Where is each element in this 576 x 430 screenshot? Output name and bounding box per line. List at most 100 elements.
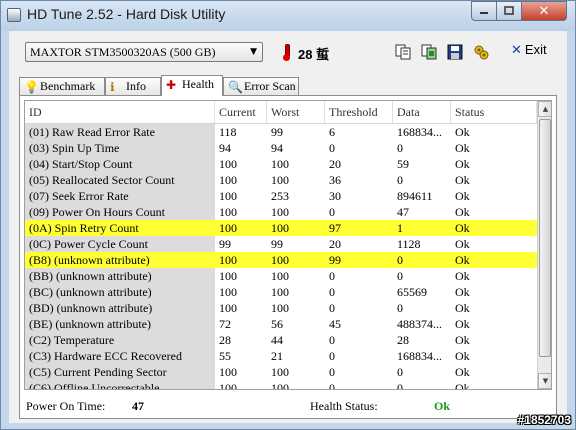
title-bar[interactable]: HD Tune 2.52 - Hard Disk Utility ✕ (1, 1, 575, 31)
table-row[interactable]: (C6) Offline Uncorrectable 100 100 0 0 Ok (25, 380, 537, 390)
worst-cell: 100 (271, 365, 289, 379)
exit-button[interactable]: ✕ Exit (511, 42, 547, 58)
threshold-cell: 97 (325, 220, 393, 236)
tab-info[interactable]: ℹ Info (105, 77, 161, 95)
copy-text-icon[interactable] (395, 44, 411, 60)
tab-error-scan[interactable]: 🔍 Error Scan (223, 77, 299, 95)
scroll-thumb[interactable] (539, 119, 551, 357)
attribute-id-cell: (05) Reallocated Sector Count (25, 172, 215, 188)
attribute-id-cell: (04) Start/Stop Count (25, 156, 215, 172)
scroll-down-icon[interactable]: ▼ (538, 373, 551, 389)
table-row[interactable]: (04) Start/Stop Count 100 100 20 59 Ok (25, 156, 537, 172)
table-row[interactable]: (0C) Power Cycle Count 99 99 20 1128 Ok (25, 236, 537, 252)
current-cell: 99 (219, 237, 231, 251)
watermark-id: #1852703 (517, 413, 571, 427)
current-cell: 100 (215, 220, 267, 236)
worst-cell: 100 (271, 173, 289, 187)
column-header-status[interactable]: Status (451, 101, 537, 123)
vertical-scrollbar[interactable]: ▲ ▼ (537, 101, 551, 389)
table-row[interactable]: (01) Raw Read Error Rate 118 99 6 168834... O… (25, 124, 537, 140)
current-cell: 100 (219, 365, 237, 379)
smart-attribute-table[interactable]: ID Current Worst Threshold Data Status (… (24, 100, 552, 390)
save-icon[interactable] (447, 44, 463, 60)
table-row[interactable]: (BC) (unknown attribute) 100 100 0 65569 Ok (25, 284, 537, 300)
tab-health[interactable]: ✚ Health (161, 75, 223, 96)
status-cell: Ok (455, 269, 470, 283)
current-cell: 100 (219, 173, 237, 187)
maximize-icon (504, 6, 514, 15)
tab-benchmark[interactable]: 💡 Benchmark (19, 77, 105, 95)
table-row[interactable]: (09) Power On Hours Count 100 100 0 47 Ok (25, 204, 537, 220)
data-cell: 28 (397, 333, 409, 347)
threshold-cell: 0 (329, 333, 335, 347)
drive-select-value: MAXTOR STM3500320AS (500 GB) (30, 45, 216, 59)
info-icon: ℹ (110, 80, 115, 94)
column-header-current[interactable]: Current (215, 101, 267, 123)
data-cell: 1128 (397, 237, 421, 251)
tab-label: Benchmark (40, 79, 96, 93)
threshold-cell: 30 (329, 189, 341, 203)
table-row[interactable]: (03) Spin Up Time 94 94 0 0 Ok (25, 140, 537, 156)
data-cell: 0 (397, 269, 403, 283)
table-row[interactable]: (0A) Spin Retry Count 100 100 97 1 Ok (25, 220, 537, 236)
table-row[interactable]: (BE) (unknown attribute) 72 56 45 488374... O… (25, 316, 537, 332)
threshold-cell: 20 (329, 157, 341, 171)
status-cell: Ok (455, 381, 470, 390)
table-row[interactable]: (C3) Hardware ECC Recovered 55 21 0 168834..… (25, 348, 537, 364)
attribute-id-cell: (C3) Hardware ECC Recovered (25, 348, 215, 364)
table-row[interactable]: (BB) (unknown attribute) 100 100 0 0 Ok (25, 268, 537, 284)
maximize-button[interactable] (496, 1, 522, 21)
close-button[interactable]: ✕ (521, 1, 567, 21)
options-icon[interactable] (473, 44, 489, 60)
attribute-id-cell: (01) Raw Read Error Rate (25, 124, 215, 140)
status-cell: Ok (455, 205, 470, 219)
status-cell: Ok (455, 317, 470, 331)
table-row[interactable]: (C5) Current Pending Sector 100 100 0 0 Ok (25, 364, 537, 380)
tab-label: Error Scan (244, 79, 296, 93)
worst-cell: 56 (271, 317, 283, 331)
worst-cell: 100 (267, 252, 325, 268)
current-cell: 72 (219, 317, 231, 331)
scroll-up-icon[interactable]: ▲ (538, 101, 551, 117)
threshold-cell: 36 (329, 173, 341, 187)
table-row[interactable]: (07) Seek Error Rate 100 253 30 894611 Ok (25, 188, 537, 204)
data-cell: 0 (397, 365, 403, 379)
current-cell: 100 (219, 205, 237, 219)
status-cell: Ok (455, 285, 470, 299)
threshold-cell: 0 (329, 285, 335, 299)
table-row[interactable]: (BD) (unknown attribute) 100 100 0 0 Ok (25, 300, 537, 316)
threshold-cell: 0 (329, 301, 335, 315)
drive-select[interactable]: MAXTOR STM3500320AS (500 GB) ▼ (25, 42, 263, 62)
copy-screenshot-icon[interactable] (421, 44, 437, 60)
worst-cell: 94 (271, 141, 283, 155)
threshold-cell: 99 (325, 252, 393, 268)
status-cell: Ok (455, 125, 470, 139)
status-cell: Ok (455, 365, 470, 379)
status-cell: Ok (455, 237, 470, 251)
current-cell: 100 (219, 269, 237, 283)
magnifier-icon: 🔍 (228, 80, 243, 94)
current-cell: 28 (219, 333, 231, 347)
data-cell: 0 (397, 173, 403, 187)
attribute-id-cell: (C6) Offline Uncorrectable (25, 380, 215, 389)
table-row[interactable]: (05) Reallocated Sector Count 100 100 36 0 Ok (25, 172, 537, 188)
attribute-id-cell: (BD) (unknown attribute) (25, 300, 215, 316)
bulb-icon: 💡 (24, 80, 39, 94)
status-cell: Ok (455, 301, 470, 315)
exit-icon: ✕ (511, 43, 522, 58)
attribute-id-cell: (BB) (unknown attribute) (25, 268, 215, 284)
minimize-button[interactable] (471, 1, 497, 21)
data-cell: 0 (397, 301, 403, 315)
threshold-cell: 45 (329, 317, 341, 331)
status-cell: Ok (455, 141, 470, 155)
data-cell: 47 (397, 205, 409, 219)
column-header-worst[interactable]: Worst (267, 101, 325, 123)
toolbar: MAXTOR STM3500320AS (500 GB) ▼ 28 蜇 ✕ Exi… (9, 31, 567, 73)
worst-cell: 253 (271, 189, 289, 203)
column-header-threshold[interactable]: Threshold (325, 101, 393, 123)
table-row[interactable]: (B8) (unknown attribute) 100 100 99 0 Ok (25, 252, 537, 268)
worst-cell: 100 (271, 205, 289, 219)
table-row[interactable]: (C2) Temperature 28 44 0 28 Ok (25, 332, 537, 348)
column-header-id[interactable]: ID (25, 101, 215, 123)
column-header-data[interactable]: Data (393, 101, 451, 123)
